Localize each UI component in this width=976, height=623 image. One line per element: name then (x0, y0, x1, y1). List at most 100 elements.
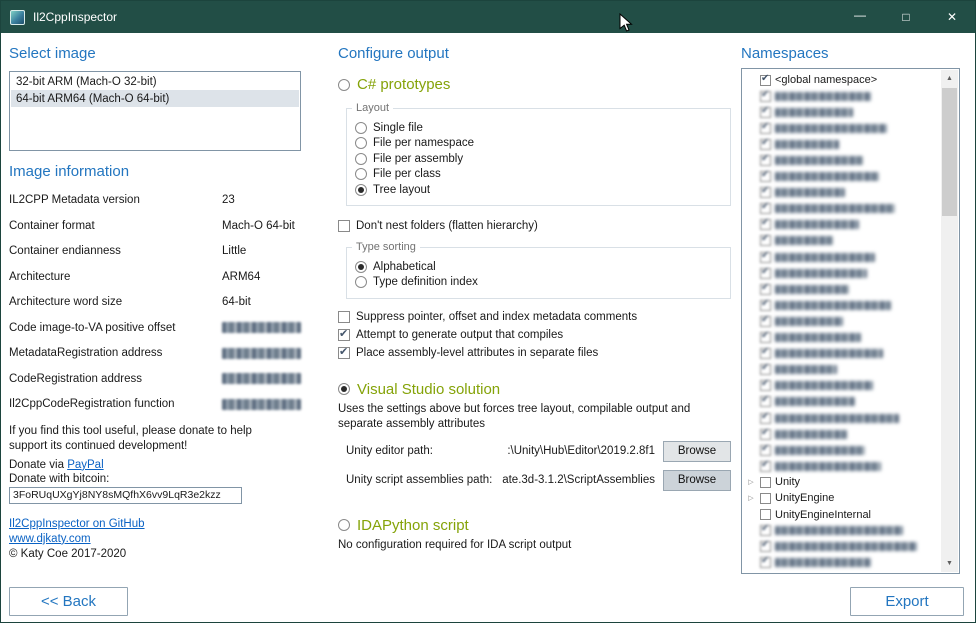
redacted-text (775, 285, 849, 294)
namespace-item-redacted[interactable] (744, 265, 940, 281)
scroll-down-icon[interactable]: ▼ (941, 555, 958, 572)
redacted-text (775, 558, 871, 567)
info-value-redacted (222, 399, 301, 410)
flatten-hierarchy-checkbox[interactable]: Don't nest folders (flatten hierarchy) (338, 220, 731, 232)
layout-option[interactable]: File per assembly (355, 153, 722, 165)
output-option-checkbox[interactable]: Attempt to generate output that compiles (338, 329, 731, 341)
close-button[interactable]: ✕ (929, 1, 975, 33)
namespace-item[interactable]: <global namespace> (744, 72, 940, 88)
namespace-item-redacted[interactable] (744, 297, 940, 313)
redacted-text (775, 204, 895, 213)
visual-studio-radio[interactable]: Visual Studio solution (338, 381, 731, 398)
namespaces-panel: Namespaces <global namespace>▷Unity▷Unit… (741, 41, 969, 574)
namespace-item-redacted[interactable] (744, 346, 940, 362)
image-list[interactable]: 32-bit ARM (Mach-O 32-bit)64-bit ARM64 (… (9, 71, 301, 151)
type-sorting-option[interactable]: Alphabetical (355, 261, 722, 273)
checkbox-icon (760, 364, 771, 375)
website-link[interactable]: www.djkaty.com (9, 533, 91, 545)
namespace-item[interactable]: UnityEngineInternal (744, 507, 940, 523)
namespace-item-redacted[interactable] (744, 104, 940, 120)
redacted-text (775, 526, 903, 535)
namespace-item-redacted[interactable] (744, 281, 940, 297)
scrollbar-thumb[interactable] (942, 88, 957, 216)
layout-group-title: Layout (352, 102, 393, 114)
output-option-checkbox[interactable]: Place assembly-level attributes in separ… (338, 347, 731, 359)
namespace-item-redacted[interactable] (744, 394, 940, 410)
output-option-label: Place assembly-level attributes in separ… (356, 347, 598, 359)
type-sorting-option[interactable]: Type definition index (355, 276, 722, 288)
checkbox-icon (760, 541, 771, 552)
redacted-content (760, 413, 899, 424)
unity-editor-browse-button[interactable]: Browse (663, 441, 731, 462)
export-button[interactable]: Export (850, 587, 964, 616)
redacted-text (775, 92, 871, 101)
namespace-item-redacted[interactable] (744, 249, 940, 265)
idapython-radio[interactable]: IDAPython script (338, 517, 731, 534)
namespace-item-redacted[interactable] (744, 426, 940, 442)
namespace-item-redacted[interactable] (744, 458, 940, 474)
layout-option[interactable]: Tree layout (355, 184, 722, 196)
maximize-button[interactable]: □ (883, 1, 929, 33)
github-link[interactable]: Il2CppInspector on GitHub (9, 518, 145, 530)
csharp-prototypes-radio[interactable]: C# prototypes (338, 76, 731, 93)
namespace-list[interactable]: <global namespace> ▷Unity▷UnityEngineUnit… (741, 68, 960, 574)
namespace-item-redacted[interactable] (744, 442, 940, 458)
expander-icon[interactable]: ▷ (746, 478, 756, 486)
radio-icon (338, 79, 350, 91)
image-list-item[interactable]: 32-bit ARM (Mach-O 32-bit) (11, 73, 299, 90)
unity-editor-path-value[interactable]: :\Unity\Hub\Editor\2019.2.8f1 (433, 445, 663, 457)
select-image-heading: Select image (9, 45, 301, 62)
namespace-item-redacted[interactable] (744, 330, 940, 346)
flatten-hierarchy-label: Don't nest folders (flatten hierarchy) (356, 220, 538, 232)
namespace-item-redacted[interactable] (744, 201, 940, 217)
namespace-item-redacted[interactable] (744, 120, 940, 136)
namespace-item-redacted[interactable] (744, 88, 940, 104)
namespace-item-redacted[interactable] (744, 185, 940, 201)
app-window: Il2CppInspector — □ ✕ Select image 32-bi… (0, 0, 976, 623)
checkbox-icon (760, 477, 771, 488)
namespace-item-redacted[interactable] (744, 217, 940, 233)
namespace-item-redacted[interactable] (744, 152, 940, 168)
namespace-label: <global namespace> (775, 74, 877, 86)
namespace-item-redacted[interactable] (744, 539, 940, 555)
redacted-text (775, 108, 853, 117)
namespace-scrollbar[interactable]: ▲ ▼ (941, 70, 958, 572)
namespace-item[interactable]: ▷UnityEngine (744, 490, 940, 506)
checkbox-icon (760, 123, 771, 134)
output-checkboxes: Suppress pointer, offset and index metad… (338, 311, 731, 359)
unity-script-assemblies-browse-button[interactable]: Browse (663, 470, 731, 491)
redacted-text (775, 365, 837, 374)
layout-option[interactable]: Single file (355, 122, 722, 134)
layout-option[interactable]: File per namespace (355, 137, 722, 149)
back-button[interactable]: << Back (9, 587, 128, 616)
scroll-up-icon[interactable]: ▲ (941, 70, 958, 87)
namespace-item-redacted[interactable] (744, 523, 940, 539)
redacted-text (775, 253, 875, 262)
checkbox-icon (760, 235, 771, 246)
namespace-item-redacted[interactable] (744, 169, 940, 185)
namespace-item[interactable]: ▷Unity (744, 474, 940, 490)
unity-script-assemblies-path-value[interactable]: ate.3d-3.1.2\ScriptAssemblies (492, 474, 663, 486)
namespace-item-redacted[interactable] (744, 136, 940, 152)
info-row: Container endiannessLittle (9, 245, 301, 257)
namespace-item-redacted[interactable] (744, 410, 940, 426)
namespace-item-redacted[interactable] (744, 555, 940, 571)
titlebar[interactable]: Il2CppInspector — □ ✕ (1, 1, 975, 33)
redacted-text (775, 236, 833, 245)
image-list-item[interactable]: 64-bit ARM64 (Mach-O 64-bit) (11, 90, 299, 107)
expander-icon[interactable]: ▷ (746, 494, 756, 502)
redacted-content (760, 348, 883, 359)
bitcoin-address-input[interactable] (9, 487, 242, 504)
namespace-item-redacted[interactable] (744, 362, 940, 378)
redacted-text (775, 446, 865, 455)
output-option-checkbox[interactable]: Suppress pointer, offset and index metad… (338, 311, 731, 323)
checkbox-icon (338, 220, 350, 232)
info-value-redacted (222, 322, 301, 333)
namespace-item-redacted[interactable] (744, 378, 940, 394)
namespace-item-redacted[interactable] (744, 233, 940, 249)
paypal-link[interactable]: PayPal (67, 459, 103, 471)
checkbox-icon (760, 348, 771, 359)
minimize-button[interactable]: — (837, 1, 883, 33)
namespace-item-redacted[interactable] (744, 313, 940, 329)
layout-option[interactable]: File per class (355, 168, 722, 180)
